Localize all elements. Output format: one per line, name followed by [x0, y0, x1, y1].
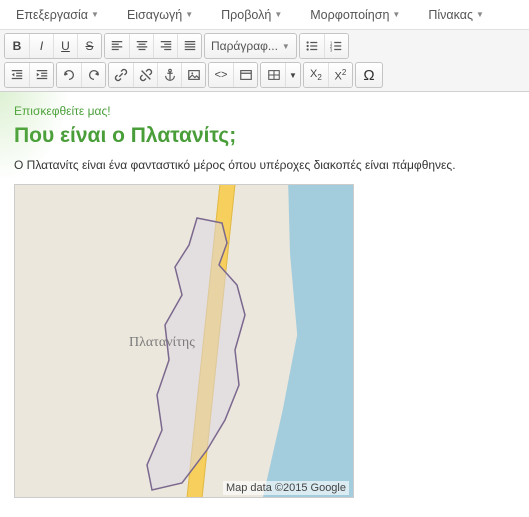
align-left-icon	[110, 39, 124, 53]
unlink-button[interactable]	[133, 63, 157, 87]
menu-format[interactable]: Μορφοποίηση ▼	[310, 8, 400, 22]
image-icon	[187, 68, 201, 82]
code-group: <>	[208, 62, 258, 88]
content-heading: Που είναι ο Πλατανίτς;	[14, 124, 515, 148]
subscript-button[interactable]: X2	[304, 63, 328, 87]
caret-icon: ▼	[185, 10, 193, 19]
table-button[interactable]	[261, 63, 285, 87]
embedded-map[interactable]: Πλατανίτης Map data ©2015 Google	[14, 184, 354, 498]
indent-icon	[35, 68, 49, 82]
align-right-icon	[159, 39, 173, 53]
svg-text:3: 3	[330, 47, 333, 52]
indent-button[interactable]	[29, 63, 53, 87]
outdent-icon	[10, 68, 24, 82]
align-center-icon	[135, 39, 149, 53]
content-paragraph: Ο Πλατανίτς είναι ένα φανταστικό μέρος ό…	[14, 158, 515, 172]
menu-insert-label: Εισαγωγή	[127, 8, 182, 22]
caret-icon: ▼	[282, 42, 290, 51]
toolbar-row-1: B I U S Παράγραφ... ▼	[4, 33, 525, 59]
redo-icon	[87, 68, 101, 82]
bullet-list-icon	[305, 39, 319, 53]
superscript-button[interactable]: X2	[328, 63, 352, 87]
subscript-icon: X2	[310, 68, 322, 82]
toolbar-row-2: <> ▼ X2 X2 Ω	[4, 62, 525, 88]
outdent-button[interactable]	[5, 63, 29, 87]
caret-icon: ▼	[91, 10, 99, 19]
align-center-button[interactable]	[129, 34, 153, 58]
anchor-button[interactable]	[157, 63, 181, 87]
content-subtitle: Επισκεφθείτε μας!	[14, 104, 515, 118]
undo-redo-group	[56, 62, 106, 88]
list-group: 123	[299, 33, 349, 59]
table-icon	[267, 68, 281, 82]
bullet-list-button[interactable]	[300, 34, 324, 58]
link-icon	[114, 68, 128, 82]
align-group	[104, 33, 202, 59]
unlink-icon	[139, 68, 153, 82]
menubar: Επεξεργασία ▼ Εισαγωγή ▼ Προβολή ▼ Μορφο…	[0, 0, 529, 30]
number-list-icon: 123	[329, 39, 343, 53]
code-icon: <>	[215, 69, 228, 81]
indent-group	[4, 62, 54, 88]
menu-edit-label: Επεξεργασία	[16, 8, 88, 22]
menu-view[interactable]: Προβολή ▼	[221, 8, 282, 22]
preview-icon	[239, 68, 253, 82]
special-char-button[interactable]: Ω	[355, 62, 383, 88]
undo-button[interactable]	[57, 63, 81, 87]
strikethrough-button[interactable]: S	[77, 34, 101, 58]
menu-insert[interactable]: Εισαγωγή ▼	[127, 8, 193, 22]
anchor-icon	[163, 68, 177, 82]
align-justify-icon	[183, 39, 197, 53]
superscript-icon: X2	[335, 68, 347, 83]
format-select-label: Παράγραφ...	[211, 39, 278, 53]
caret-icon: ▼	[274, 10, 282, 19]
caret-icon: ▼	[392, 10, 400, 19]
text-style-group: B I U S	[4, 33, 102, 59]
caret-icon: ▼	[289, 71, 297, 80]
redo-button[interactable]	[81, 63, 105, 87]
menu-table[interactable]: Πίνακας ▼	[428, 8, 484, 22]
preview-button[interactable]	[233, 63, 257, 87]
menu-format-label: Μορφοποίηση	[310, 8, 389, 22]
link-group	[108, 62, 206, 88]
italic-button[interactable]: I	[29, 34, 53, 58]
align-justify-button[interactable]	[177, 34, 201, 58]
underline-button[interactable]: U	[53, 34, 77, 58]
map-attribution: Map data ©2015 Google	[223, 481, 349, 495]
subsup-group: X2 X2	[303, 62, 353, 88]
caret-icon: ▼	[476, 10, 484, 19]
align-left-button[interactable]	[105, 34, 129, 58]
image-button[interactable]	[181, 63, 205, 87]
table-dropdown[interactable]: ▼	[285, 63, 300, 87]
menu-table-label: Πίνακας	[428, 8, 473, 22]
toolbar: B I U S Παράγραφ... ▼	[0, 30, 529, 92]
map-place-label: Πλατανίτης	[129, 335, 195, 351]
link-button[interactable]	[109, 63, 133, 87]
bold-button[interactable]: B	[5, 34, 29, 58]
menu-edit[interactable]: Επεξεργασία ▼	[16, 8, 99, 22]
editor-content-area[interactable]: Επισκεφθείτε μας! Που είναι ο Πλατανίτς;…	[0, 92, 529, 510]
menu-view-label: Προβολή	[221, 8, 271, 22]
align-right-button[interactable]	[153, 34, 177, 58]
table-group: ▼	[260, 62, 301, 88]
undo-icon	[62, 68, 76, 82]
number-list-button[interactable]: 123	[324, 34, 348, 58]
omega-icon: Ω	[363, 67, 374, 84]
source-button[interactable]: <>	[209, 63, 233, 87]
format-select[interactable]: Παράγραφ... ▼	[204, 33, 297, 59]
map-region-outline	[127, 215, 272, 495]
